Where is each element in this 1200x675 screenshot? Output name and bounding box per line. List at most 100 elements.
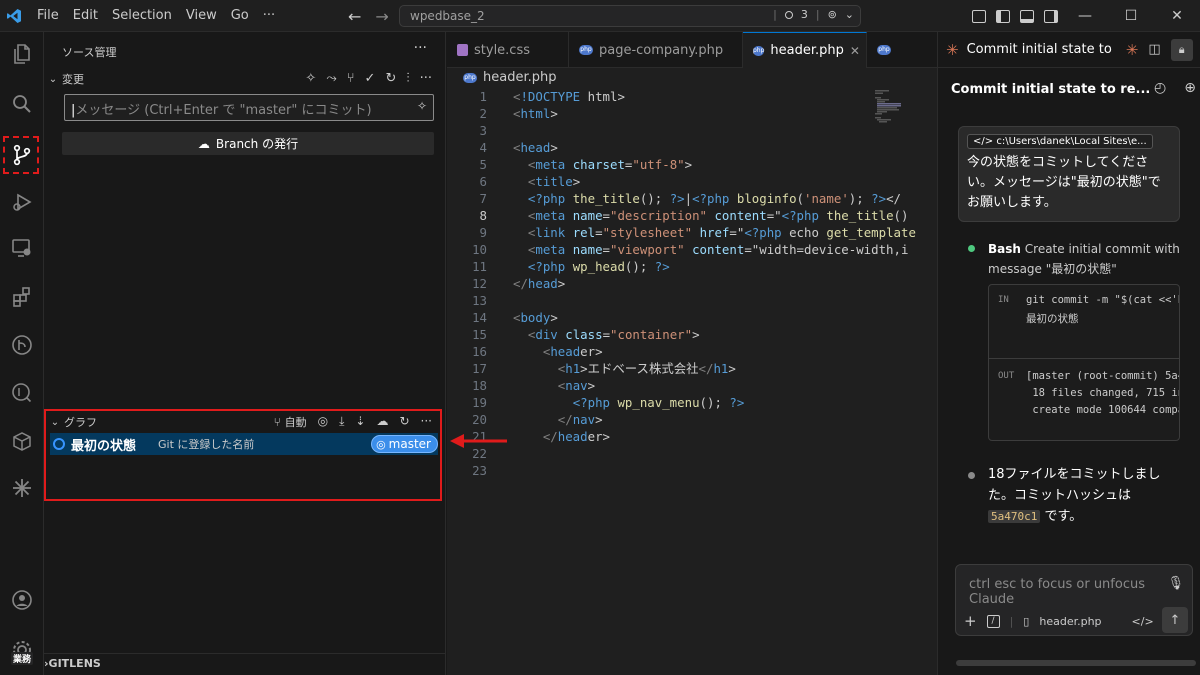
tab-page-company[interactable]: php page-company.php	[569, 32, 743, 68]
gitlens-icon[interactable]	[0, 325, 44, 365]
history-icon[interactable]: ◴	[1154, 80, 1166, 96]
tab-header-php[interactable]: php header.php ✕	[743, 32, 867, 68]
forward-arrow-icon[interactable]: →	[375, 7, 388, 26]
view-options-icon[interactable]: ⫶	[406, 71, 409, 86]
toggle-panel-icon[interactable]	[1020, 9, 1034, 23]
code-line[interactable]: 16 <header>	[447, 343, 927, 360]
search-icon[interactable]	[0, 84, 44, 124]
claude-logo-icon[interactable]: ✳	[1126, 41, 1139, 59]
gitlens-section-header[interactable]: › GITLENS	[44, 653, 446, 673]
new-chat-icon[interactable]: ⊕	[1184, 80, 1196, 96]
commit-staged-icon[interactable]: ⤳	[326, 71, 336, 86]
code-line[interactable]: 10 <meta name="viewport" content="width=…	[447, 241, 927, 258]
graph-commit-row[interactable]: 最初の状態 Git に登録した名前 ◎ master	[50, 433, 438, 455]
claude-icon[interactable]	[0, 468, 44, 508]
path-chip[interactable]: </> c:\Users\danek\Local Sites\e...	[967, 134, 1153, 149]
code-line[interactable]: 13	[447, 292, 927, 309]
commit-hash[interactable]: 5a470c1	[988, 510, 1041, 523]
branch-auto-icon[interactable]: ⑂ 自動	[274, 414, 307, 430]
back-arrow-icon[interactable]: ←	[348, 7, 361, 26]
layout-customize-icon[interactable]	[972, 9, 986, 23]
menu-view[interactable]: View	[179, 0, 224, 32]
code-line[interactable]: 8 <meta name="description" content="<?ph…	[447, 207, 927, 224]
code-line[interactable]: 15 <div class="container">	[447, 326, 927, 343]
chevron-down-icon[interactable]: ⌄	[845, 8, 854, 21]
code-line[interactable]: 20 </nav>	[447, 411, 927, 428]
maximize-icon[interactable]: ☐	[1108, 0, 1154, 32]
code-line[interactable]: 14 <body>	[447, 309, 927, 326]
code-line[interactable]: 21 </header>	[447, 428, 927, 445]
run-debug-icon[interactable]	[0, 182, 44, 222]
microphone-icon[interactable]: 🎙︎	[1167, 576, 1184, 591]
close-tab-icon[interactable]: ✕	[850, 44, 860, 58]
close-icon[interactable]: ✕	[1154, 0, 1200, 32]
split-editor-icon[interactable]: ◫	[1148, 42, 1160, 57]
source-control-icon[interactable]	[0, 135, 44, 175]
containers-icon[interactable]	[0, 421, 44, 461]
slash-command-icon[interactable]: /	[986, 614, 1000, 628]
changes-section-header[interactable]: ⌄ 変更 ✧ ⤳ ⑂ ✓ ↻ ⫶ ···	[44, 68, 446, 90]
more-actions-icon[interactable]: ···	[414, 40, 427, 56]
code-line[interactable]: 3	[447, 122, 927, 139]
code-icon[interactable]: </>	[1132, 615, 1154, 628]
remote-explorer-icon[interactable]	[0, 228, 44, 268]
send-button[interactable]: ↑	[1162, 607, 1188, 633]
commit-check-icon[interactable]: ✓	[365, 71, 376, 86]
code-line[interactable]: 11 <?php wp_head(); ?>	[447, 258, 927, 275]
code-editor[interactable]: 1 <!DOCTYPE html> 2 <html> 3 4 <head> 5 <meta c…	[447, 88, 927, 479]
sparkle-icon[interactable]: ✧	[305, 71, 316, 86]
pull-icon[interactable]: ⇣	[355, 414, 365, 430]
code-line[interactable]: 9 <link rel="stylesheet" href="<?php ech…	[447, 224, 927, 241]
menu-file[interactable]: File	[30, 0, 66, 32]
menu-go[interactable]: Go	[224, 0, 256, 32]
target-icon[interactable]: ◎	[318, 414, 328, 430]
code-line[interactable]: 23	[447, 462, 927, 479]
commit-message-input[interactable]: |メッセージ (Ctrl+Enter で "master" にコミット) ✧	[64, 94, 434, 121]
generate-message-icon[interactable]: ✧	[417, 99, 427, 113]
code-line[interactable]: 4 <head>	[447, 139, 927, 156]
menu-edit[interactable]: Edit	[66, 0, 105, 32]
branch-badge[interactable]: ◎ master	[371, 435, 438, 453]
breadcrumb[interactable]: php header.php	[463, 70, 556, 85]
chat-scrollbar[interactable]	[956, 660, 1196, 666]
lock-icon[interactable]: 🔒︎	[1170, 38, 1193, 61]
fetch-icon[interactable]: ⤓	[339, 414, 344, 430]
minimap[interactable]	[872, 88, 927, 138]
code-line[interactable]: 7 <?php the_title(); ?>|<?php bloginfo('…	[447, 190, 927, 207]
attached-file[interactable]: header.php	[1039, 615, 1101, 628]
code-line[interactable]: 6 <title>	[447, 173, 927, 190]
branch-merge-icon[interactable]: ⑂	[347, 71, 355, 86]
explorer-icon[interactable]	[0, 34, 44, 74]
tab-overflow[interactable]: php	[867, 32, 937, 68]
copilot-icon[interactable]: ⊚	[828, 8, 837, 21]
cloud-publish-icon[interactable]: ☁	[376, 414, 388, 430]
tab-style-css[interactable]: style.css	[447, 32, 569, 68]
code-line[interactable]: 22	[447, 445, 927, 462]
chat-input-box[interactable]: ctrl esc to focus or unfocus Claude 🎙︎ +…	[955, 564, 1193, 636]
command-center[interactable]: wpedbase_2 | 3 | ⊚ ⌄	[399, 5, 861, 27]
menu-selection[interactable]: Selection	[105, 0, 179, 32]
refresh-icon[interactable]: ↻	[385, 71, 396, 86]
code-line[interactable]: 2 <html>	[447, 105, 927, 122]
refresh-icon[interactable]: ↻	[399, 414, 409, 430]
code-line[interactable]: 12 </head>	[447, 275, 927, 292]
bash-output-box[interactable]: IN git commit -m "$(cat <<'EOF 最初の状態 OUT…	[988, 284, 1180, 441]
graph-section-header[interactable]: ⌄ グラフ ⑂ 自動 ◎ ⤓ ⇣ ☁ ↻ ···	[46, 411, 440, 433]
add-context-icon[interactable]: +	[964, 612, 977, 630]
publish-branch-button[interactable]: ☁ Branch の発行	[62, 132, 434, 155]
gitlens-inspect-icon[interactable]	[0, 373, 44, 413]
code-line[interactable]: 17 <h1>エドベース株式会社</h1>	[447, 360, 927, 377]
toggle-sidebar-icon[interactable]	[996, 9, 1010, 23]
minimize-icon[interactable]: —	[1062, 0, 1108, 32]
account-icon[interactable]	[0, 580, 44, 620]
code-line[interactable]: 18 <nav>	[447, 377, 927, 394]
chat-tab-commit[interactable]: ✳ Commit initial state to	[938, 32, 1112, 68]
extensions-icon[interactable]	[0, 277, 44, 317]
code-line[interactable]: 1 <!DOCTYPE html>	[447, 88, 927, 105]
more-actions-icon[interactable]: ···	[421, 414, 432, 430]
code-line[interactable]: 5 <meta charset="utf-8">	[447, 156, 927, 173]
code-line[interactable]: 19 <?php wp_nav_menu(); ?>	[447, 394, 927, 411]
toggle-secondary-sidebar-icon[interactable]	[1044, 9, 1058, 23]
menu-more[interactable]: ···	[256, 0, 282, 32]
more-actions-icon[interactable]: ···	[420, 71, 432, 86]
